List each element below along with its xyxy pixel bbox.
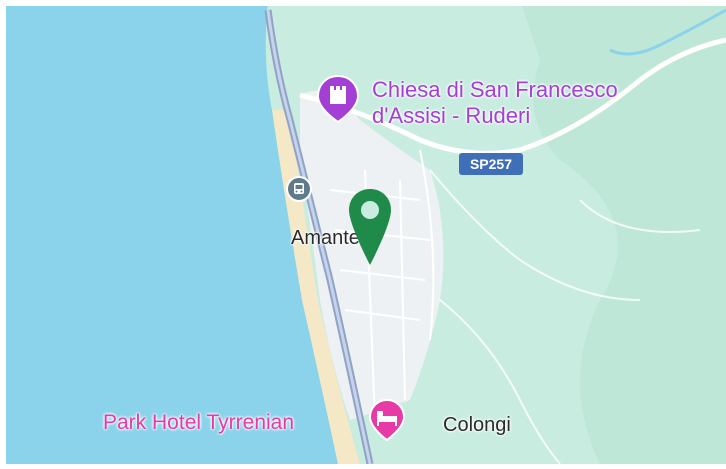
road-shield-sp257: SP257 [459, 153, 523, 175]
town-label-colongi: Colongi [443, 414, 511, 436]
hotel-label[interactable]: Park Hotel Tyrrenian [103, 412, 294, 433]
poi-label[interactable]: Chiesa di San Francesco d'Assisi - Ruder… [372, 77, 618, 129]
map-canvas[interactable]: Chiesa di San Francesco d'Assisi - Ruder… [0, 0, 726, 465]
bed-icon[interactable] [368, 398, 406, 447]
castle-icon[interactable] [316, 74, 360, 129]
poi-name-line1: Chiesa di San Francesco [372, 77, 618, 102]
poi-name-line2: d'Assisi - Ruderi [372, 103, 531, 128]
train-icon[interactable] [286, 176, 312, 207]
location-pin-icon[interactable] [346, 187, 394, 272]
